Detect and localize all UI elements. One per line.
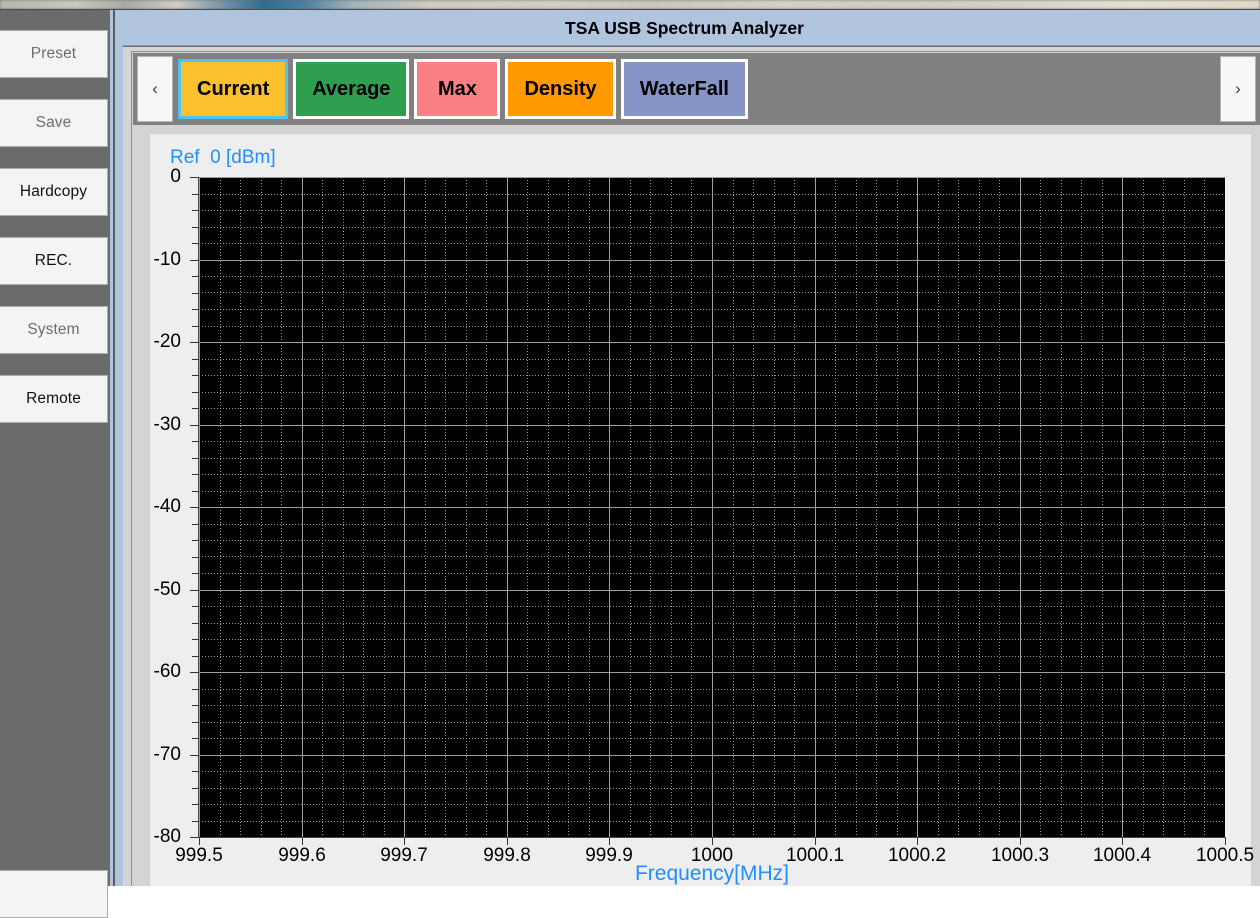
grid-major-horizontal: [199, 425, 1225, 426]
sidebar-button-label: System: [27, 321, 80, 338]
sidebar-button-label: Hardcopy: [19, 183, 88, 200]
grid-major-horizontal: [199, 342, 1225, 343]
y-axis-line: [198, 177, 199, 838]
sidebar-button-label: REC.: [34, 252, 73, 269]
tab-label: Current: [197, 77, 270, 100]
sidebar-button-system[interactable]: System: [0, 306, 108, 354]
desktop-background-strip: [0, 0, 1260, 9]
tab-max[interactable]: Max: [414, 59, 501, 119]
ref-level-label: Ref 0 [dBm]: [170, 147, 276, 168]
sidebar-button-label: Preset: [30, 45, 77, 62]
tab-density[interactable]: Density: [505, 59, 616, 119]
x-axis-line: [198, 837, 1226, 838]
tab-average[interactable]: Average: [293, 59, 410, 119]
tab-waterfall[interactable]: WaterFall: [620, 59, 748, 119]
tab-label: Max: [437, 77, 477, 100]
grid-major-horizontal: [199, 590, 1225, 591]
chevron-left-icon[interactable]: ‹: [137, 56, 173, 122]
window-frame-left-light: [115, 10, 123, 886]
grid-major-horizontal: [199, 672, 1225, 673]
sidebar-button-hardcopy[interactable]: Hardcopy: [0, 168, 108, 216]
tab-label: Average: [312, 77, 391, 100]
tab-label: WaterFall: [639, 77, 729, 100]
tab-label: Density: [524, 77, 597, 100]
sidebar-button-rec[interactable]: REC.: [0, 237, 108, 285]
mode-tabbar: ‹ Current Average Max Density WaterFall ›: [133, 53, 1260, 125]
app-root: Preset Save Hardcopy REC. System Remote TSA U…: [0, 0, 1260, 918]
sidebar-button-preset[interactable]: Preset: [0, 30, 108, 78]
tab-current[interactable]: Current: [178, 59, 289, 119]
chevron-right-icon[interactable]: ›: [1220, 56, 1256, 122]
sidebar-button-save[interactable]: Save: [0, 99, 108, 147]
grid-major-horizontal: [199, 507, 1225, 508]
grid-major-horizontal: [199, 177, 1225, 178]
grid-major-horizontal: [199, 260, 1225, 261]
titlebar-separator: [123, 45, 1260, 46]
window-titlebar: TSA USB Spectrum Analyzer: [123, 10, 1260, 46]
sidebar-button-remote[interactable]: Remote: [0, 375, 108, 423]
tab-list: Current Average Max Density WaterFall: [178, 59, 748, 119]
sidebar-button-partial[interactable]: [0, 870, 108, 918]
sidebar: Preset Save Hardcopy REC. System Remote: [0, 10, 110, 918]
sidebar-button-label: Save: [35, 114, 72, 131]
page-title: TSA USB Spectrum Analyzer: [565, 17, 804, 38]
x-axis-title: Frequency[MHz]: [634, 862, 790, 885]
spectrum-plot-area[interactable]: [199, 177, 1225, 837]
grid-major-horizontal: [199, 755, 1225, 756]
sidebar-button-label: Remote: [26, 390, 81, 407]
